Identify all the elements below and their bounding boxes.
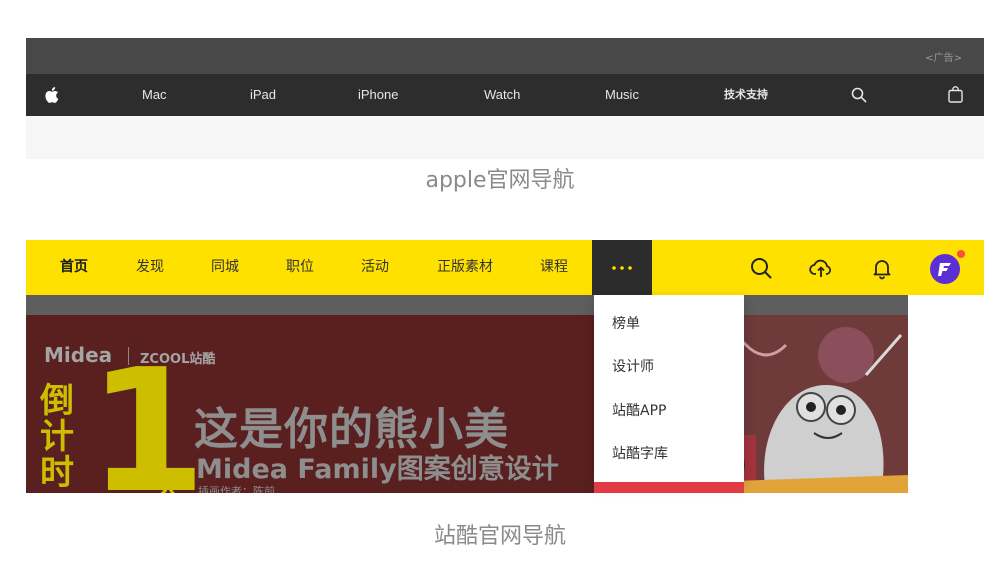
menu-item-app[interactable]: 站酷APP [612, 401, 666, 421]
promo-banner[interactable]: Midea ZCOOL站酷 倒计时 1 天 这是你的熊小美 Midea Fami… [26, 295, 908, 493]
nav-item-stock[interactable]: 正版素材 [437, 240, 493, 295]
banner-strip-behind-dropdown [594, 482, 744, 493]
apple-global-nav: Mac iPad iPhone Watch Music 技术支持 [26, 74, 984, 116]
nav-item-iphone[interactable]: iPhone [358, 74, 398, 116]
apple-logo-icon[interactable] [43, 86, 59, 104]
zcool-caption: 站酷官网导航 [433, 524, 566, 549]
user-avatar-icon[interactable] [930, 254, 960, 284]
avatar-glyph-icon [938, 263, 951, 276]
shopping-bag-icon[interactable] [948, 86, 963, 103]
nav-item-local[interactable]: 同城 [211, 240, 239, 295]
more-dropdown-menu: 榜单 设计师 站酷APP 站酷字库 [594, 295, 744, 482]
search-icon[interactable] [851, 87, 867, 103]
nav-item-jobs[interactable]: 职位 [286, 240, 314, 295]
nav-item-support[interactable]: 技术支持 [724, 74, 768, 116]
search-icon[interactable] [749, 256, 773, 280]
nav-item-watch[interactable]: Watch [484, 74, 520, 116]
nav-item-courses[interactable]: 课程 [540, 240, 568, 295]
banner-countdown-unit: 天 [154, 470, 183, 493]
banner-credit: 插画作者：陈前 [198, 485, 275, 493]
apple-caption: apple官网导航 [425, 168, 575, 193]
nav-item-home[interactable]: 首页 [60, 240, 88, 295]
zcool-nav: 首页 发现 同城 职位 活动 正版素材 课程 [26, 240, 984, 295]
more-menu-button[interactable] [592, 240, 652, 295]
upload-cloud-icon[interactable] [809, 256, 833, 280]
more-dots-icon [612, 266, 632, 270]
banner-top-strip [26, 295, 908, 315]
banner-countdown-label: 倒计时 [40, 381, 74, 493]
bell-icon[interactable] [870, 256, 894, 280]
nav-item-discover[interactable]: 发现 [136, 240, 164, 295]
menu-item-rankings[interactable]: 榜单 [612, 314, 640, 334]
apple-ad-bar: <广告> [26, 38, 984, 74]
banner-countdown-number: 1 [88, 333, 207, 493]
nav-item-music[interactable]: Music [605, 74, 639, 116]
nav-item-events[interactable]: 活动 [361, 240, 389, 295]
nav-item-ipad[interactable]: iPad [250, 74, 276, 116]
ad-label[interactable]: <广告> [925, 49, 962, 64]
notification-dot [957, 250, 965, 258]
banner-subheadline: Midea Family图案创意设计 [196, 454, 559, 485]
nav-item-mac[interactable]: Mac [142, 74, 167, 116]
apple-subbar [26, 116, 984, 159]
menu-item-designers[interactable]: 设计师 [612, 357, 654, 377]
menu-item-fonts[interactable]: 站酷字库 [612, 444, 668, 464]
